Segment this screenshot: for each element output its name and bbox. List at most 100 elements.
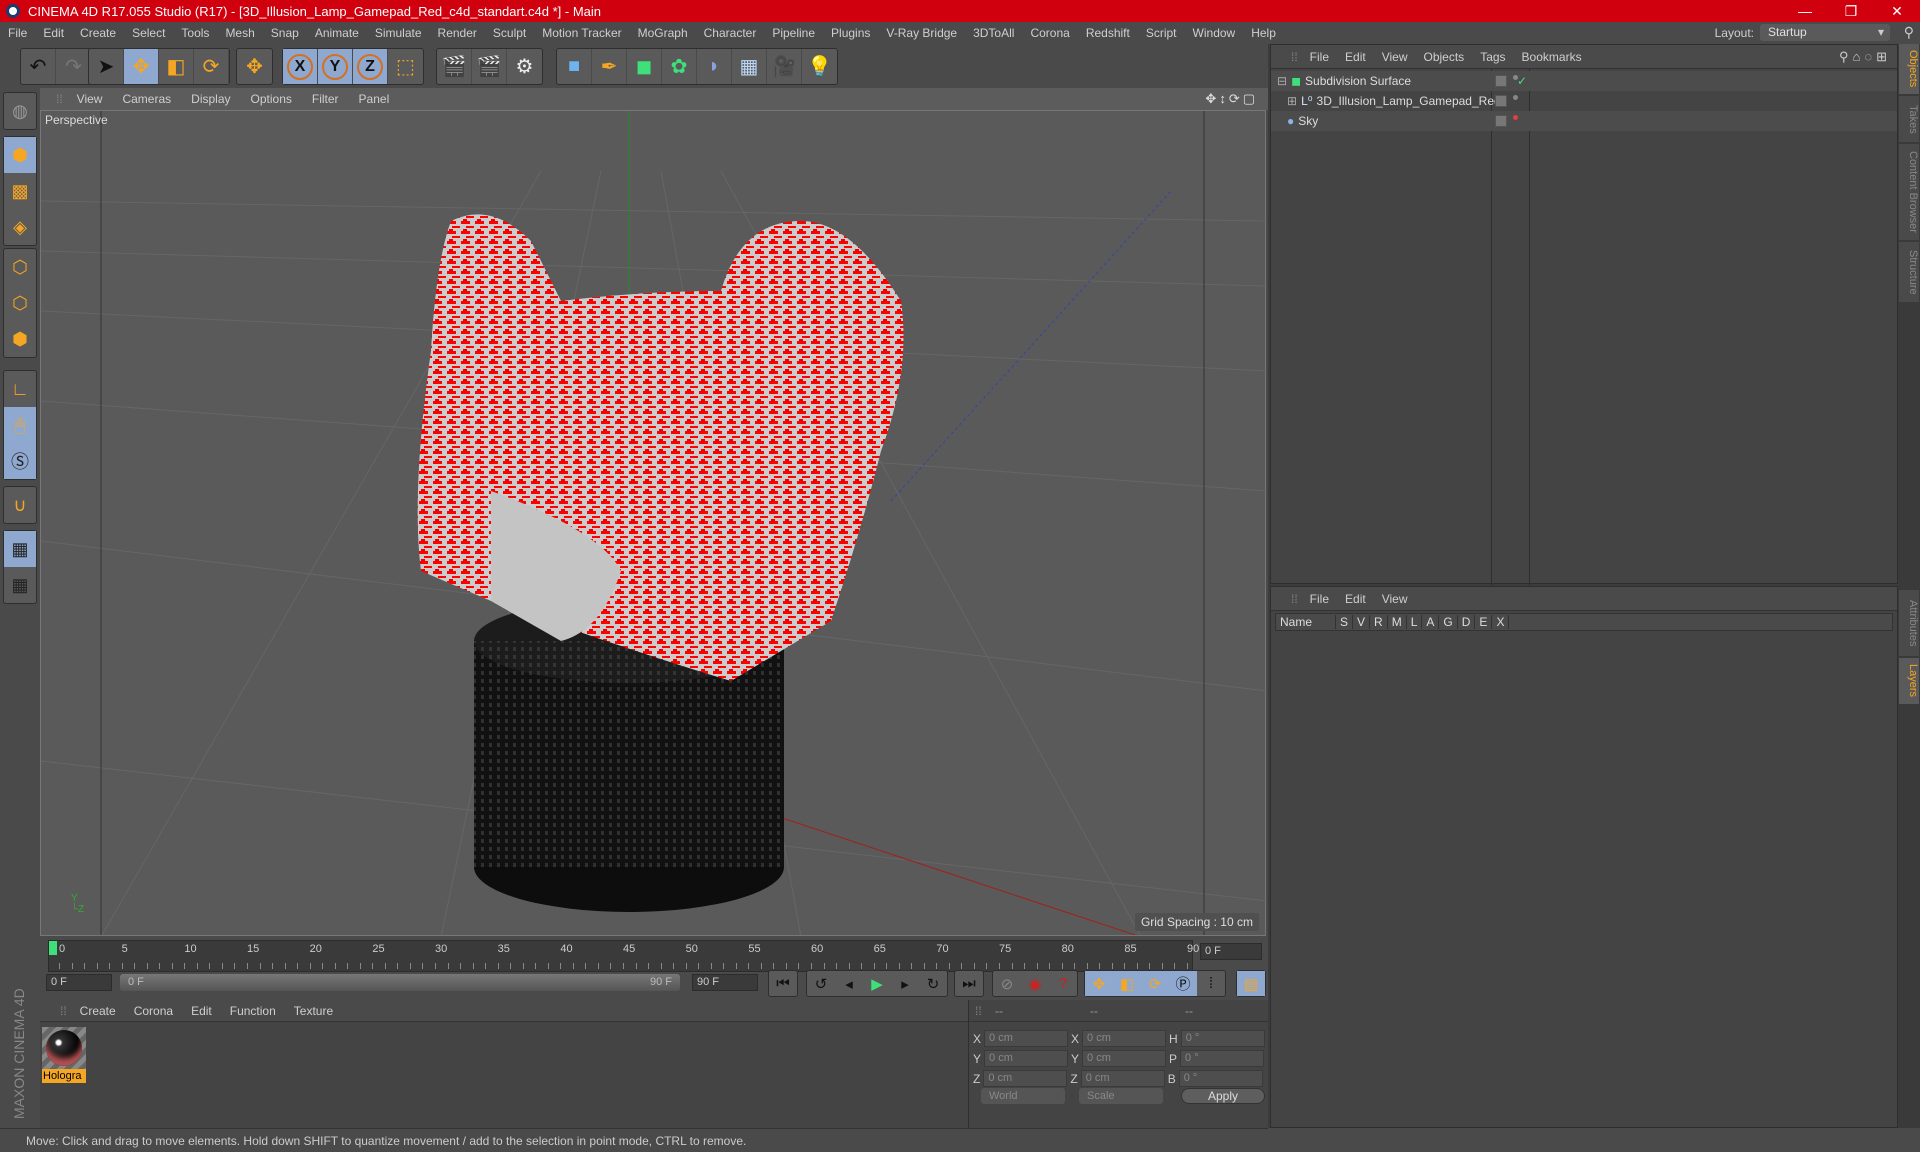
editor-visibility-dot[interactable] <box>1513 95 1518 100</box>
tweak-mode-icon[interactable]: 🖱 <box>4 407 36 443</box>
tab-structure[interactable]: Structure <box>1899 242 1919 302</box>
menu-window[interactable]: Window <box>1185 22 1244 44</box>
panel-grip-icon[interactable]: ⁞⁞ <box>1291 592 1298 606</box>
planar-workplane-icon[interactable]: ▦ <box>4 567 36 603</box>
goto-end-icon[interactable]: ⏭ <box>955 971 983 996</box>
menu-snap[interactable]: Snap <box>263 22 307 44</box>
viewport-menu-options[interactable]: Options <box>241 92 302 106</box>
subdivision-icon[interactable]: ◼ <box>627 49 662 84</box>
key-pla-icon[interactable]: ⁞ <box>1197 971 1225 996</box>
close-button[interactable]: ✕ <box>1874 3 1920 20</box>
panel-grip-icon[interactable]: ⁞⁞ <box>1291 50 1298 64</box>
coordinate-field[interactable]: 0 cm <box>983 1070 1068 1087</box>
layer-column-a[interactable]: A <box>1422 615 1440 629</box>
object-menu-file[interactable]: File <box>1302 50 1337 64</box>
material-menu-texture[interactable]: Texture <box>285 1004 342 1018</box>
layer-column-g[interactable]: G <box>1439 615 1458 629</box>
render-picture-viewer-icon[interactable]: 🎬 <box>472 49 507 84</box>
object-row[interactable]: ● Sky <box>1271 111 1897 131</box>
menu-mograph[interactable]: MoGraph <box>630 22 696 44</box>
render-view-icon[interactable]: 🎬 <box>437 49 472 84</box>
y-axis-button[interactable]: Y <box>318 49 353 84</box>
layer-column-l[interactable]: L <box>1407 615 1423 629</box>
menu-animate[interactable]: Animate <box>307 22 367 44</box>
menu-sculpt[interactable]: Sculpt <box>485 22 534 44</box>
key-position-icon[interactable]: ✥ <box>1085 971 1113 996</box>
timeline-ruler[interactable]: 0 5 10 15 20 25 30 35 40 45 50 55 60 65 70 75 80 85 90 <box>48 940 1199 972</box>
coordinate-field[interactable]: 0 cm <box>1080 1070 1165 1087</box>
menu-simulate[interactable]: Simulate <box>367 22 430 44</box>
material-menu-corona[interactable]: Corona <box>125 1004 182 1018</box>
menu-file[interactable]: File <box>0 22 35 44</box>
material-menu-function[interactable]: Function <box>221 1004 285 1018</box>
tab-content-browser[interactable]: Content Browser <box>1899 144 1919 240</box>
viewport-navigation-icons[interactable]: ✥↕⟳▢ <box>1205 91 1258 107</box>
cube-icon[interactable]: ■ <box>557 49 592 84</box>
coordinate-field[interactable]: 0 ° <box>1178 1070 1263 1087</box>
select-icon[interactable]: ➤ <box>89 49 124 84</box>
object-row[interactable]: ⊟ ◼ Subdivision Surface ✓ <box>1271 71 1897 91</box>
start-frame-field[interactable]: 0 F <box>46 974 112 991</box>
layout-dropdown[interactable]: Startup <box>1760 24 1890 41</box>
layer-tag-icon[interactable] <box>1495 115 1507 127</box>
solo-icon[interactable]: Ⓢ <box>4 443 36 479</box>
layer-tag-icon[interactable] <box>1495 75 1507 87</box>
layer-column-v[interactable]: V <box>1353 615 1371 629</box>
layer-column-d[interactable]: D <box>1458 615 1476 629</box>
snap-icon[interactable]: ∪ <box>4 487 36 523</box>
points-mode-icon[interactable]: ⬡ <box>4 249 36 285</box>
make-editable-icon[interactable]: ◍ <box>4 93 36 129</box>
auto-key-icon[interactable]: ? <box>1049 971 1077 996</box>
tab-objects[interactable]: Objects <box>1899 44 1919 94</box>
maximize-button[interactable]: ❐ <box>1828 3 1874 20</box>
menu-create[interactable]: Create <box>72 22 124 44</box>
key-rotation-icon[interactable]: ⟳ <box>1141 971 1169 996</box>
pen-icon[interactable]: ✒ <box>592 49 627 84</box>
coordinate-field[interactable]: 0 ° <box>1180 1030 1265 1047</box>
layer-column-m[interactable]: M <box>1388 615 1407 629</box>
key-parameter-icon[interactable]: Ⓟ <box>1169 971 1197 996</box>
z-axis-button[interactable]: Z <box>353 49 388 84</box>
menu-plugins[interactable]: Plugins <box>823 22 878 44</box>
object-manager-tools[interactable]: ⚲⌂◌⊞ <box>1839 49 1891 65</box>
workplane-mode-icon[interactable]: ◈ <box>4 209 36 245</box>
minimize-button[interactable]: — <box>1782 3 1828 19</box>
layer-tag-icon[interactable] <box>1495 95 1507 107</box>
menu-tools[interactable]: Tools <box>173 22 217 44</box>
viewport-menu-filter[interactable]: Filter <box>302 92 349 106</box>
tab-attributes[interactable]: Attributes <box>1899 590 1919 656</box>
menu-select[interactable]: Select <box>124 22 173 44</box>
menu-script[interactable]: Script <box>1138 22 1185 44</box>
viewport-3d[interactable]: Perspective Grid Spacing : 10 cm Y └Z <box>40 110 1266 936</box>
next-frame-icon[interactable]: ▸ <box>891 971 919 996</box>
menu-3dtoall[interactable]: 3DToAll <box>965 22 1022 44</box>
deformer-icon[interactable]: ◗ <box>697 49 732 84</box>
goto-start-icon[interactable]: ⏮ <box>769 971 797 996</box>
coordinate-mode-dropdown[interactable]: World <box>981 1088 1065 1104</box>
model-mode-icon[interactable]: ⬢ <box>4 137 36 173</box>
playhead[interactable] <box>49 941 57 955</box>
expand-icon[interactable]: ⊞ <box>1287 94 1297 108</box>
coordinate-field[interactable]: 0 cm <box>984 1050 1069 1067</box>
render-settings-icon[interactable]: ⚙ <box>507 49 542 84</box>
coordinate-field[interactable]: 0 cm <box>1082 1050 1167 1067</box>
object-menu-edit[interactable]: Edit <box>1337 50 1374 64</box>
menu-character[interactable]: Character <box>696 22 765 44</box>
menu-help[interactable]: Help <box>1243 22 1284 44</box>
material-swatch[interactable]: Hologra <box>42 1027 86 1083</box>
layer-column-e[interactable]: E <box>1475 615 1493 629</box>
material-menu-create[interactable]: Create <box>71 1004 125 1018</box>
menu-render[interactable]: Render <box>430 22 485 44</box>
coordinate-field[interactable]: 0 cm <box>1082 1030 1167 1047</box>
viewport-menu-cameras[interactable]: Cameras <box>112 92 181 106</box>
layer-menu-view[interactable]: View <box>1374 592 1416 606</box>
texture-mode-icon[interactable]: ▩ <box>4 173 36 209</box>
menu-pipeline[interactable]: Pipeline <box>764 22 823 44</box>
scale-icon[interactable]: ◧ <box>159 49 194 84</box>
tab-layers[interactable]: Layers <box>1899 658 1919 704</box>
coordinate-field[interactable]: 0 cm <box>984 1030 1069 1047</box>
next-key-icon[interactable]: ↻ <box>919 971 947 996</box>
camera-icon[interactable]: 🎥 <box>767 49 802 84</box>
object-menu-objects[interactable]: Objects <box>1416 50 1473 64</box>
layer-column-r[interactable]: R <box>1370 615 1388 629</box>
